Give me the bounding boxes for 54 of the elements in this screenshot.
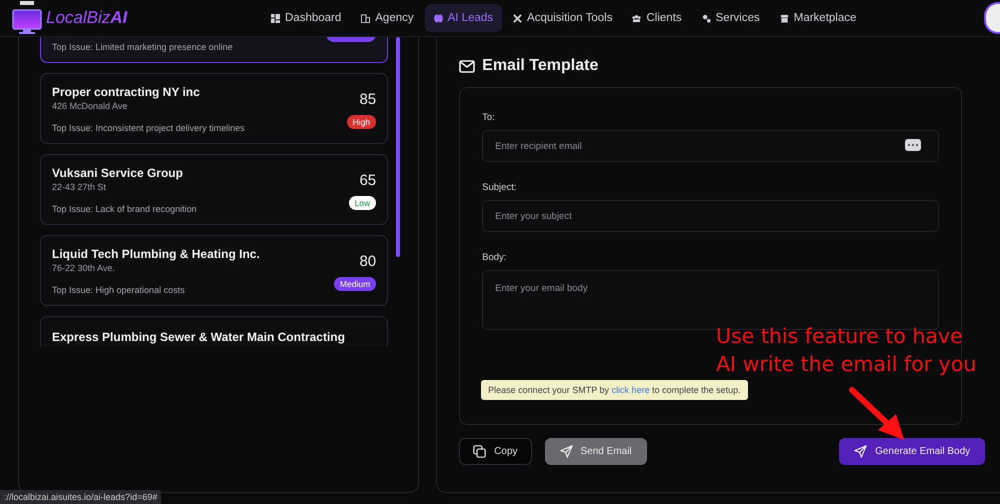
generate-button[interactable]: Generate Email Body xyxy=(839,438,986,465)
lead-card[interactable]: Proper contracting NY inc 426 McDonald Ave Top Issue: Inconsistent project delivery timelines 85 High xyxy=(40,73,388,144)
setup-link[interactable]: click here xyxy=(612,385,650,395)
lead-name: Express Plumbing Sewer & Water Main Contracting xyxy=(52,330,345,344)
input-field[interactable]: Enter recipient email xyxy=(482,130,940,162)
dashboard-icon xyxy=(271,14,280,22)
lead-issue: Top Issue: Inconsistent project delivery timelines xyxy=(52,123,245,133)
lead-card[interactable]: Vuksani Service Group 22-43 27th St Top Issue: Lack of brand recognition 65 Low xyxy=(40,154,388,225)
mail-icon xyxy=(459,60,476,72)
field-label: Subject: xyxy=(482,182,518,193)
lead-score: 80 xyxy=(359,253,376,270)
lead-issue: Top Issue: Limited marketing presence online xyxy=(52,42,233,52)
lead-address: 22-43 27th St xyxy=(52,182,108,192)
lead-card[interactable]: Express Plumbing Sewer & Water Main Contracting xyxy=(40,316,388,347)
lead-score: 65 xyxy=(359,172,376,189)
lead-issue: Top Issue: High operational costs xyxy=(52,285,186,295)
nav-tab[interactable]: Marketplace xyxy=(770,4,866,32)
lead-name: Proper contracting NY inc xyxy=(52,85,201,99)
building-icon xyxy=(361,14,370,22)
nav-tab[interactable]: Agency xyxy=(352,4,423,32)
brand-name[interactable]: LocalBizAI xyxy=(46,8,128,28)
send-icon xyxy=(560,445,573,458)
status-url: ://localbizai.aisuites.io/ai-leads?id=69# xyxy=(0,490,162,504)
lead-address: 76-22 30th Ave. xyxy=(52,263,116,273)
lead-issue: Top Issue: Lack of brand recognition xyxy=(52,204,197,214)
tools-icon xyxy=(513,14,522,22)
logo-icon xyxy=(12,1,42,35)
priority-badge: Medium xyxy=(334,277,376,291)
priority-badge: High xyxy=(346,115,376,129)
scrollbar-thumb[interactable] xyxy=(396,37,400,257)
field-label: Body: xyxy=(482,252,508,263)
more-icon[interactable] xyxy=(905,139,922,151)
input-field[interactable]: Enter your subject xyxy=(482,200,940,232)
copy-icon xyxy=(473,445,486,458)
nav-tab[interactable]: Acquisition Tools xyxy=(504,4,622,32)
field-label: To: xyxy=(482,112,496,123)
lead-name: Liquid Tech Plumbing & Heating Inc. xyxy=(52,247,260,261)
nav-tab[interactable]: Dashboard xyxy=(262,4,350,32)
lead-card[interactable]: Top Issue: Limited marketing presence online xyxy=(40,37,388,63)
avatar-icon[interactable] xyxy=(984,2,1000,34)
lead-name: Vuksani Service Group xyxy=(52,166,184,180)
lead-address: 426 McDonald Ave xyxy=(52,101,128,111)
lead-score: 85 xyxy=(359,91,376,108)
store-icon xyxy=(780,14,789,22)
priority-badge: Low xyxy=(348,196,376,210)
panel-title: Email Template xyxy=(482,57,598,75)
smtp-notice: Please connect your SMTP by click here to complete the setup. xyxy=(481,380,748,400)
people-icon xyxy=(632,14,642,22)
send-icon xyxy=(854,445,868,458)
nav-tab[interactable]: AI Leads xyxy=(424,4,502,32)
nav-tab[interactable]: Services xyxy=(692,4,769,32)
copy-button[interactable]: Copy xyxy=(459,438,532,465)
lead-card[interactable]: Liquid Tech Plumbing & Heating Inc. 76-22 30th Ave. Top Issue: High operational costs 80 Medium xyxy=(40,235,388,306)
nav-tab[interactable]: Clients xyxy=(623,4,691,32)
